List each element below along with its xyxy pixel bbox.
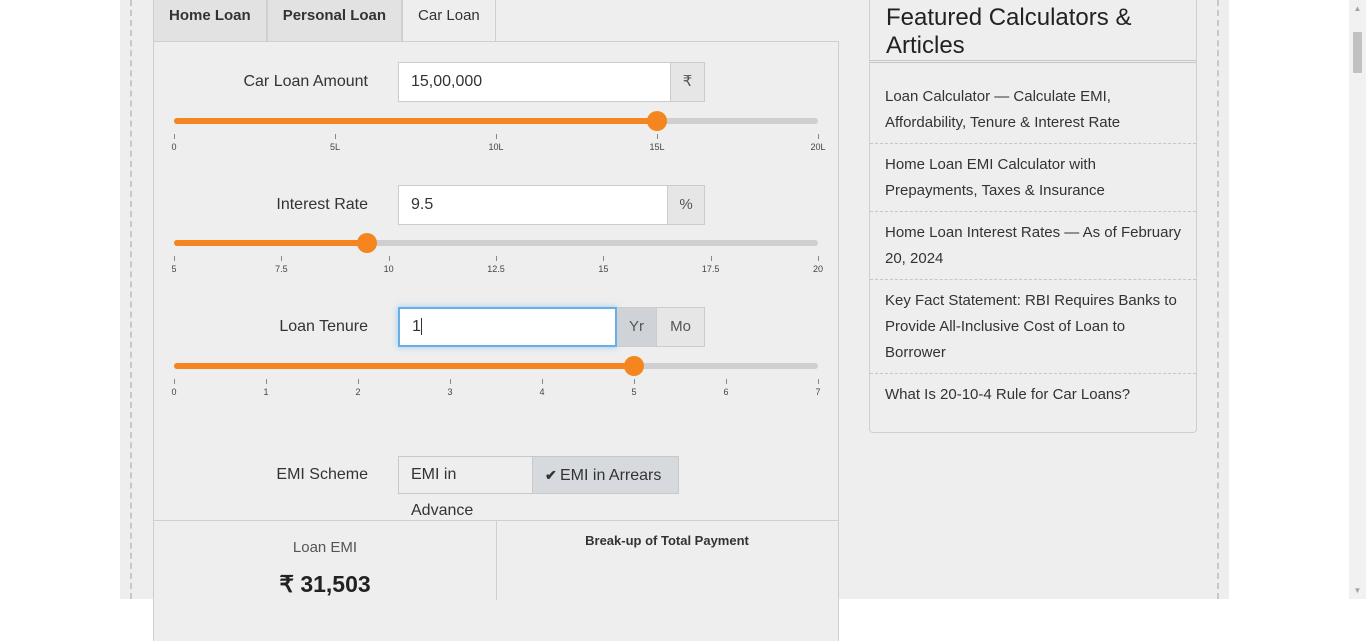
page-scrollbar[interactable]: ▲ ▼ (1349, 0, 1366, 599)
scale-tick (358, 379, 359, 384)
scale-tick (542, 379, 543, 384)
interest-rate-scale: 5 7.5 10 12.5 15 17.5 20 (171, 256, 823, 276)
scale-tick-label: 15L (649, 142, 665, 152)
interest-rate-label: Interest Rate (276, 196, 368, 213)
emi-in-arrears-label: EMI in Arrears (560, 467, 662, 484)
check-icon: ✔ (545, 467, 557, 483)
scroll-up-icon[interactable]: ▲ (1353, 4, 1362, 13)
scale-tick (818, 134, 819, 139)
loan-amount-label: Car Loan Amount (243, 73, 368, 90)
loan-amount-slider-handle[interactable] (647, 111, 667, 131)
text-cursor (420, 318, 422, 336)
tenure-year-button[interactable]: Yr (617, 307, 657, 347)
scale-tick-label: 5L (329, 142, 341, 152)
scale-tick-label: 7.5 (275, 264, 288, 274)
scale-tick (450, 379, 451, 384)
scale-tick (174, 134, 175, 139)
scale-tick-label: 0 (171, 142, 177, 152)
scale-tick (266, 379, 267, 384)
scale-tick-label: 6 (723, 387, 729, 397)
loan-tenure-slider[interactable] (174, 356, 818, 376)
loan-tenure-slider-fill (174, 363, 634, 369)
breakup-title: Break-up of Total Payment (585, 533, 749, 548)
scale-tick-label: 20 (812, 264, 824, 274)
loan-type-tabs: Home Loan Personal Loan Car Loan (153, 0, 496, 43)
loan-emi-label: Loan EMI (292, 539, 358, 556)
interest-rate-slider[interactable] (174, 233, 818, 253)
scroll-thumb[interactable] (1353, 32, 1362, 73)
scale-tick-label: 0 (171, 387, 177, 397)
scale-tick (496, 256, 497, 261)
loan-tenure-slider-handle[interactable] (623, 356, 644, 376)
page-border-right (1217, 0, 1219, 599)
featured-sidebar: Featured Calculators & Articles Loan Cal… (869, 0, 1197, 433)
loan-tenure-label: Loan Tenure (279, 318, 368, 335)
scale-tick (174, 379, 175, 384)
scale-tick-label: 10L (488, 142, 504, 152)
percent-icon: % (668, 185, 705, 225)
tab-home-loan[interactable]: Home Loan (153, 0, 267, 42)
article-link[interactable]: Loan Calculator — Calculate EMI, Afforda… (870, 84, 1196, 144)
rupee-icon: ₹ (671, 62, 705, 102)
page-border-left (130, 0, 132, 599)
loan-amount-slider[interactable] (174, 111, 818, 131)
article-link[interactable]: Home Loan EMI Calculator with Prepayment… (870, 152, 1196, 212)
loan-tenure-scale: 0 1 2 3 4 5 6 7 (171, 379, 821, 399)
scale-tick (726, 379, 727, 384)
scroll-down-icon[interactable]: ▼ (1353, 586, 1362, 595)
loan-amount-group: 15,00,000 ₹ (398, 62, 705, 102)
loan-emi-box: Loan EMI ₹ 31,503 (153, 520, 497, 600)
article-link[interactable]: What Is 20-10-4 Rule for Car Loans? (870, 382, 1196, 408)
scale-tick (710, 256, 712, 261)
scale-tick-label: 7 (815, 387, 821, 397)
article-link[interactable]: Home Loan Interest Rates — As of Februar… (870, 220, 1196, 280)
scale-tick-label: 4 (539, 387, 545, 397)
scale-tick-label: 1 (263, 387, 269, 397)
scale-tick (174, 256, 175, 261)
tab-car-loan[interactable]: Car Loan (402, 0, 496, 43)
scale-tick-label: 15 (598, 264, 609, 274)
loan-amount-slider-fill (174, 118, 657, 124)
scale-tick (281, 256, 283, 261)
scale-tick (335, 134, 336, 139)
scale-tick-label: 17.5 (701, 264, 720, 274)
scale-tick-label: 3 (447, 387, 453, 397)
emi-in-advance-button[interactable]: EMI in Advance (398, 456, 533, 519)
loan-tenure-group: 1 Yr Mo (398, 307, 705, 347)
sidebar-divider (870, 60, 1196, 63)
interest-rate-slider-fill (174, 240, 368, 246)
scale-tick (818, 256, 819, 261)
scale-tick (496, 134, 497, 139)
scale-tick (603, 256, 605, 261)
scale-tick (388, 256, 390, 261)
emi-scheme-label: EMI Scheme (276, 466, 368, 483)
loan-emi-value: ₹ 31,503 (279, 571, 371, 597)
loan-tenure-input[interactable]: 1 (398, 307, 617, 347)
emi-in-arrears-button[interactable]: ✔ EMI in Arrears (532, 456, 679, 494)
tab-personal-loan[interactable]: Personal Loan (266, 0, 403, 42)
interest-rate-input[interactable]: 9.5 (398, 185, 668, 225)
loan-amount-scale: 0 5L 10L 15L 20L (171, 134, 826, 154)
scale-tick-label: 20L (810, 142, 826, 152)
scale-tick-label: 5 (171, 264, 177, 274)
tenure-month-button[interactable]: Mo (657, 307, 705, 347)
scale-tick-label: 2 (355, 387, 361, 397)
scale-tick (818, 379, 819, 384)
loan-amount-input[interactable]: 15,00,000 (398, 62, 671, 102)
loan-tenure-value: 1 (412, 318, 421, 335)
scale-tick-label: 5 (631, 387, 637, 397)
interest-rate-group: 9.5 % (398, 185, 705, 225)
breakup-box: Break-up of Total Payment (496, 520, 839, 600)
scale-tick (657, 134, 658, 139)
scale-tick-label: 12.5 (487, 264, 505, 274)
scale-tick (634, 379, 635, 384)
scale-tick-label: 10 (383, 264, 394, 274)
sidebar-title: Featured Calculators & Articles (886, 4, 1132, 59)
article-link[interactable]: Key Fact Statement: RBI Requires Banks t… (870, 288, 1196, 374)
